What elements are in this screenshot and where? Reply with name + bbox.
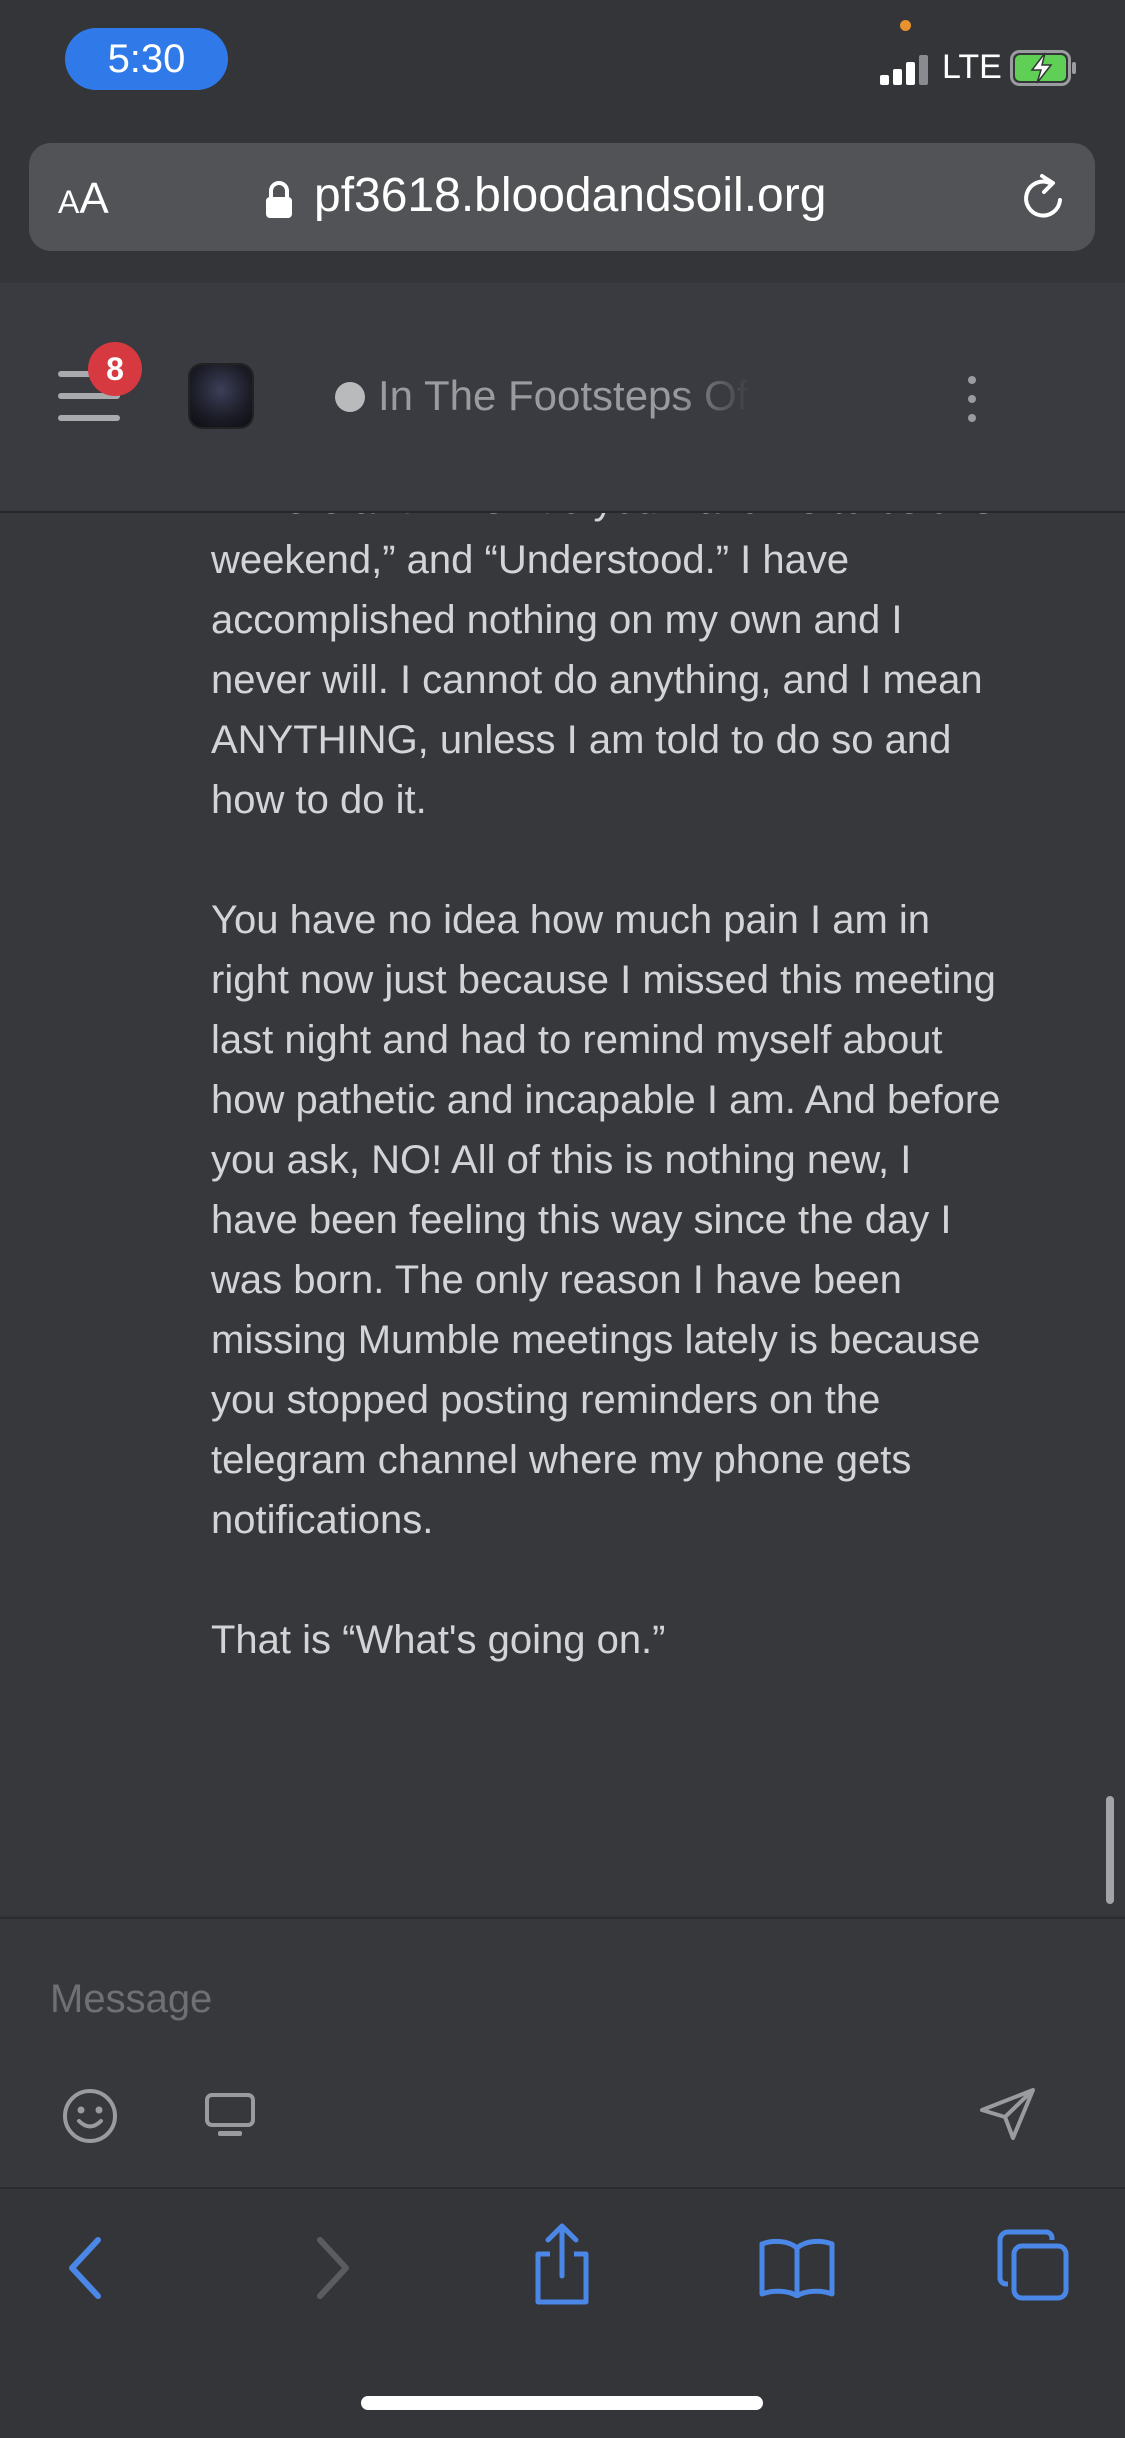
- emoji-icon[interactable]: [60, 2086, 120, 2146]
- scrollbar[interactable]: [1106, 1796, 1114, 1904]
- screen-share-icon[interactable]: [204, 2092, 256, 2138]
- message-composer: [0, 1917, 1125, 2189]
- message-list[interactable]: “Where and when do you want me to be thi…: [0, 513, 1125, 1915]
- home-indicator[interactable]: [361, 2396, 763, 2410]
- signal-icon: [880, 53, 932, 85]
- message-paragraph: “Where and when do you want me to be thi…: [211, 513, 994, 822]
- privacy-indicator-dot: [900, 20, 911, 31]
- notification-badge: 8: [88, 342, 142, 396]
- text-size-large-a: A: [79, 174, 109, 223]
- channel-status-dot: [335, 382, 365, 412]
- book-icon[interactable]: [758, 2236, 836, 2298]
- network-label: LTE: [942, 48, 1002, 86]
- more-vertical-icon[interactable]: [964, 376, 980, 422]
- message-paragraph: That is “What's going on.”: [211, 1618, 666, 1662]
- message-body: “Where and when do you want me to be thi…: [211, 513, 1001, 1730]
- server-avatar[interactable]: [190, 365, 252, 427]
- status-time: 5:30: [65, 28, 228, 90]
- send-icon[interactable]: [978, 2086, 1038, 2142]
- chevron-right-icon[interactable]: [306, 2234, 356, 2302]
- text-size-button[interactable]: AA: [58, 174, 109, 224]
- chevron-left-icon[interactable]: [62, 2234, 112, 2302]
- message-paragraph: You have no idea how much pain I am in r…: [211, 898, 1001, 1542]
- lock-icon: [266, 181, 292, 218]
- reload-icon[interactable]: [1016, 170, 1072, 226]
- url-text[interactable]: pf3618.bloodandsoil.org: [314, 168, 826, 223]
- battery-charging-icon: [1010, 50, 1076, 86]
- message-input[interactable]: [48, 1968, 952, 2030]
- text-size-small-a: A: [58, 184, 80, 220]
- channel-name[interactable]: In The Footsteps Of: [378, 372, 750, 424]
- tabs-icon[interactable]: [996, 2228, 1070, 2302]
- share-icon[interactable]: [528, 2222, 596, 2308]
